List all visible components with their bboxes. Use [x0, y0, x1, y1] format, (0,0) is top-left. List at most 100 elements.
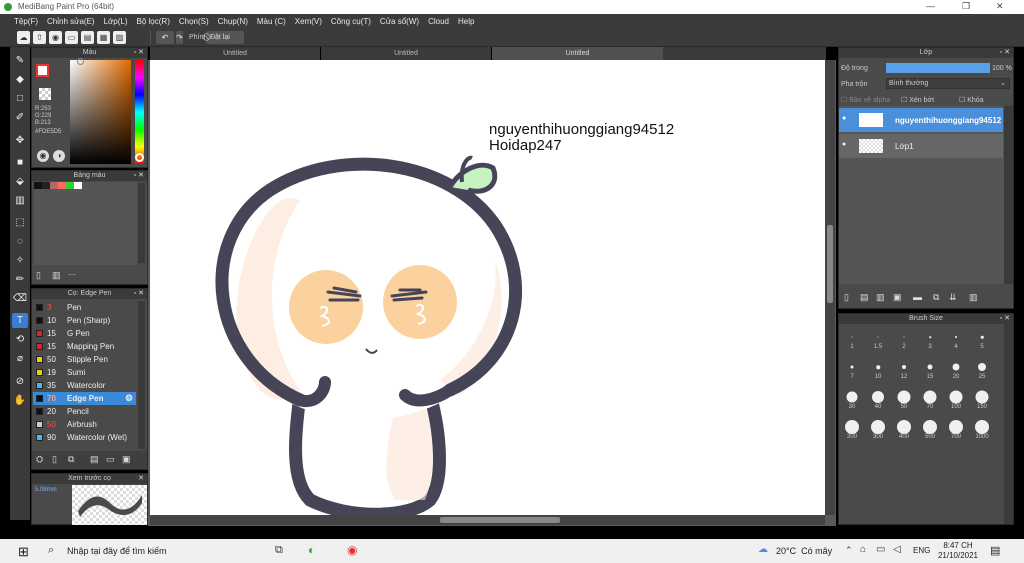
brush-size-option[interactable]: 30 — [839, 388, 865, 410]
palette-swatch[interactable] — [58, 182, 66, 189]
menu-view[interactable]: Xem(V) — [295, 17, 322, 26]
brush-size-option[interactable]: 50 — [891, 388, 917, 410]
brush-size-option[interactable]: 2 — [891, 328, 917, 350]
gradient-tool-icon[interactable]: ▥ — [12, 193, 28, 208]
brush-size-option[interactable]: 12 — [891, 358, 917, 380]
battery-icon[interactable]: ▭ — [876, 544, 885, 555]
magic-wand-icon[interactable]: ✧ — [12, 253, 28, 268]
brush-row-watercolor-wet[interactable]: 90 Watercolor (Wet) — [33, 431, 136, 444]
eye-icon[interactable]: ● — [842, 115, 846, 122]
opacity-slider[interactable] — [886, 63, 990, 73]
eye-icon[interactable]: ● — [842, 141, 846, 148]
vertical-scrollbar[interactable] — [825, 60, 835, 515]
palette-swatch[interactable] — [50, 182, 58, 189]
brush-row-pen-sharp[interactable]: 10 Pen (Sharp) — [33, 314, 136, 327]
panel-close-icon[interactable]: ▫ ✕ — [1000, 314, 1010, 324]
clipping-checkbox[interactable]: ☐ Xén bớt — [901, 96, 934, 104]
brush-size-option[interactable]: 100 — [943, 388, 969, 410]
chevron-up-icon[interactable]: ⌃ — [845, 545, 853, 556]
close-icon[interactable]: ✕ — [996, 1, 1004, 12]
panel-close-icon[interactable]: ▫ ✕ — [134, 171, 144, 181]
brush-size-option[interactable]: 20 — [943, 358, 969, 380]
brush-size-option[interactable]: 400 — [891, 418, 917, 440]
palette-swatch[interactable] — [34, 182, 42, 189]
vertical-scroll-thumb[interactable] — [827, 225, 833, 303]
cloud-icon[interactable]: ☁ — [17, 31, 30, 44]
menu-window[interactable]: Cửa sổ(W) — [380, 17, 419, 26]
brush-row-g-pen[interactable]: 15 G Pen — [33, 327, 136, 340]
palette-swatch[interactable] — [74, 182, 82, 189]
lasso-tool-icon[interactable]: ◌ — [12, 234, 28, 249]
brush-row-airbrush[interactable]: 50 Airbrush — [33, 418, 136, 431]
comment-icon[interactable]: ◉ — [49, 31, 62, 44]
brush-size-option[interactable]: 25 — [969, 358, 995, 380]
network-icon[interactable]: ⌂ — [860, 544, 866, 555]
brush-size-option[interactable]: 1 — [839, 328, 865, 350]
minimize-icon[interactable]: — — [926, 1, 935, 11]
protect-alpha-checkbox[interactable]: ☐ Bảo vệ alpha — [841, 96, 890, 104]
menu-file[interactable]: Tệp(F) — [14, 17, 38, 26]
task-view-icon[interactable]: ⧉ — [275, 544, 283, 557]
panel-close-icon[interactable]: ✕ — [138, 474, 144, 484]
save-icon[interactable]: ⇧ — [33, 31, 46, 44]
pen-tool-icon[interactable]: ✐ — [12, 110, 28, 125]
menu-capture[interactable]: Chụp(N) — [218, 17, 248, 26]
hand-tool-icon[interactable]: ✋ — [12, 393, 28, 408]
brush-size-option[interactable]: 1.5 — [865, 328, 891, 350]
menu-layer[interactable]: Lớp(L) — [104, 17, 128, 26]
palette-swatch[interactable] — [42, 182, 50, 189]
brush-size-option[interactable]: 1000 — [969, 418, 995, 440]
menu-cloud[interactable]: Cloud — [428, 17, 449, 26]
brush-size-scrollbar[interactable] — [1004, 324, 1013, 524]
lock-checkbox[interactable]: ☐ Khóa — [959, 96, 984, 104]
weather-text[interactable]: 20°C Có mây — [776, 546, 832, 556]
volume-icon[interactable]: ◁ — [893, 544, 901, 555]
brush-row-stipple-pen[interactable]: 50 Stipple Pen — [33, 353, 136, 366]
eyedropper-icon[interactable]: ⊘ — [12, 374, 28, 389]
horizontal-scrollbar[interactable] — [150, 515, 825, 525]
select-rect-icon[interactable]: ⬚ — [12, 215, 28, 230]
brush-row-sumi[interactable]: 19 Sumi — [33, 366, 136, 379]
new-layer-1bit-icon[interactable]: ▥ — [876, 292, 885, 303]
brush-size-option[interactable]: 5 — [969, 328, 995, 350]
panels-icon[interactable]: ▨ — [113, 31, 126, 44]
brush-add-icon[interactable]: ⛭ — [36, 454, 43, 465]
palette-swatch[interactable] — [66, 182, 74, 189]
panel-close-icon[interactable]: ▫ ✕ — [134, 289, 144, 299]
layer-row-text[interactable]: ● nguyenthihuonggiang94512 — [839, 108, 1003, 132]
secondary-color-swatch[interactable] — [39, 88, 51, 100]
windows-start-icon[interactable]: ⊞ — [18, 544, 29, 560]
brush-row-pencil[interactable]: 20 Pencil — [33, 405, 136, 418]
blend-mode-select[interactable]: Bình thường ⌄ — [886, 78, 1010, 89]
panel-close-icon[interactable]: ▫ ✕ — [1000, 48, 1010, 58]
color-picker-icon[interactable]: ◑ — [53, 150, 65, 162]
brush-row-watercolor[interactable]: 35 Watercolor — [33, 379, 136, 392]
menu-color[interactable]: Màu (C) — [257, 17, 286, 26]
select-eraser-icon[interactable]: ⌫ — [12, 291, 28, 306]
tab-untitled-3[interactable]: Untitled — [492, 47, 663, 60]
menu-filter[interactable]: Bộ lọc(R) — [137, 17, 170, 26]
rectangle-tool-icon[interactable]: □ — [12, 91, 28, 106]
saturation-value-box[interactable] — [70, 60, 131, 164]
color-wheel-icon[interactable]: ◉ — [37, 150, 49, 162]
panel-close-icon[interactable]: ▫ ✕ — [134, 48, 144, 58]
page-icon[interactable]: ▤ — [81, 31, 94, 44]
primary-color-swatch[interactable] — [36, 64, 49, 77]
chrome-taskbar-icon[interactable]: ◉ — [347, 543, 357, 557]
gear-icon[interactable]: ⚙ — [125, 393, 133, 404]
drawing-canvas[interactable]: nguyenthihuonggiang94512 Hoidap247 — [150, 60, 825, 515]
new-page-icon[interactable]: ▯ — [36, 270, 41, 281]
undo-button[interactable]: ↶ — [156, 31, 174, 44]
operation-tool-icon[interactable]: ⟲ — [12, 332, 28, 347]
palette-scrollbar[interactable] — [138, 183, 145, 263]
brush-size-option[interactable]: 70 — [917, 388, 943, 410]
fill-rect-tool-icon[interactable]: ■ — [12, 155, 28, 170]
trash-icon[interactable]: ▥ — [52, 270, 61, 281]
grid-icon[interactable]: ▦ — [97, 31, 110, 44]
duplicate-layer-icon[interactable]: ⧉ — [933, 292, 939, 303]
brush-copy-icon[interactable]: ⧉ — [68, 454, 74, 465]
brush-tool-icon[interactable]: ✎ — [12, 53, 28, 68]
canvas-text[interactable]: nguyenthihuonggiang94512 Hoidap247 — [489, 122, 674, 154]
select-pen-icon[interactable]: ✏ — [12, 272, 28, 287]
hue-slider[interactable] — [135, 60, 144, 164]
